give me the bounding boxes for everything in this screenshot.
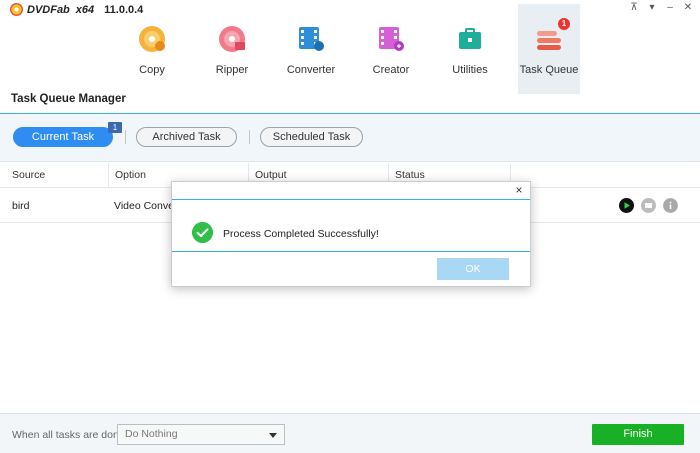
toolbar-task-queue[interactable]: 1 Task Queue bbox=[518, 4, 580, 94]
close-icon[interactable]: × bbox=[513, 183, 525, 197]
tab-separator bbox=[125, 130, 126, 144]
page-title: Task Queue Manager bbox=[11, 93, 126, 105]
dialog-footer: OK bbox=[172, 252, 530, 286]
tab-scheduled-task[interactable]: Scheduled Task bbox=[260, 127, 363, 147]
utilities-toolbox-icon bbox=[459, 28, 481, 49]
creator-film-icon bbox=[379, 27, 404, 51]
toolbar-label: Ripper bbox=[215, 64, 249, 76]
tab-archived-task[interactable]: Archived Task bbox=[136, 127, 237, 147]
column-header-actions bbox=[510, 163, 700, 188]
finish-button[interactable]: Finish bbox=[592, 424, 684, 445]
tab-current-task[interactable]: Current Task bbox=[13, 127, 113, 147]
dialog-titlebar: × bbox=[172, 182, 530, 200]
info-icon[interactable] bbox=[663, 198, 678, 213]
toolbar-creator[interactable]: Creator bbox=[360, 8, 422, 86]
dialog-body: Process Completed Successfully! bbox=[172, 200, 530, 251]
success-check-icon bbox=[192, 222, 213, 243]
folder-icon[interactable] bbox=[641, 198, 656, 213]
toolbar-converter[interactable]: Converter bbox=[280, 8, 342, 86]
toolbar-label: Task Queue bbox=[519, 64, 579, 76]
toolbar-label: Copy bbox=[139, 64, 165, 76]
converter-film-icon bbox=[299, 27, 324, 51]
row-actions bbox=[619, 198, 678, 213]
copy-disc-icon bbox=[139, 26, 165, 52]
play-icon[interactable] bbox=[619, 198, 634, 213]
toolbar-label: Utilities bbox=[452, 64, 488, 76]
column-header-source[interactable]: Source bbox=[0, 163, 108, 188]
toolbar-utilities[interactable]: Utilities bbox=[439, 8, 501, 86]
toolbar-label: Converter bbox=[286, 64, 336, 76]
dialog-message: Process Completed Successfully! bbox=[223, 228, 379, 240]
task-tabs: Current Task 1 Archived Task Scheduled T… bbox=[0, 114, 700, 162]
tab-separator bbox=[249, 130, 250, 144]
when-done-value: Do Nothing bbox=[125, 428, 178, 440]
when-done-label: When all tasks are done: bbox=[12, 429, 128, 441]
bottom-bar: When all tasks are done: Do Nothing Fini… bbox=[0, 413, 700, 453]
ripper-disc-icon bbox=[219, 26, 245, 52]
main-toolbar: Copy Ripper Converter Creator Utilities … bbox=[0, 4, 700, 94]
ok-button[interactable]: OK bbox=[437, 258, 509, 280]
task-queue-badge: 1 bbox=[558, 18, 570, 30]
toolbar-copy[interactable]: Copy bbox=[121, 8, 183, 86]
toolbar-ripper[interactable]: Ripper bbox=[201, 8, 263, 86]
when-done-select[interactable]: Do Nothing bbox=[117, 424, 285, 445]
toolbar-label: Creator bbox=[372, 64, 410, 76]
row-source: bird bbox=[12, 200, 30, 212]
chevron-down-icon bbox=[269, 433, 277, 438]
completion-dialog: × Process Completed Successfully! OK bbox=[171, 181, 531, 287]
current-task-badge: 1 bbox=[108, 122, 122, 133]
